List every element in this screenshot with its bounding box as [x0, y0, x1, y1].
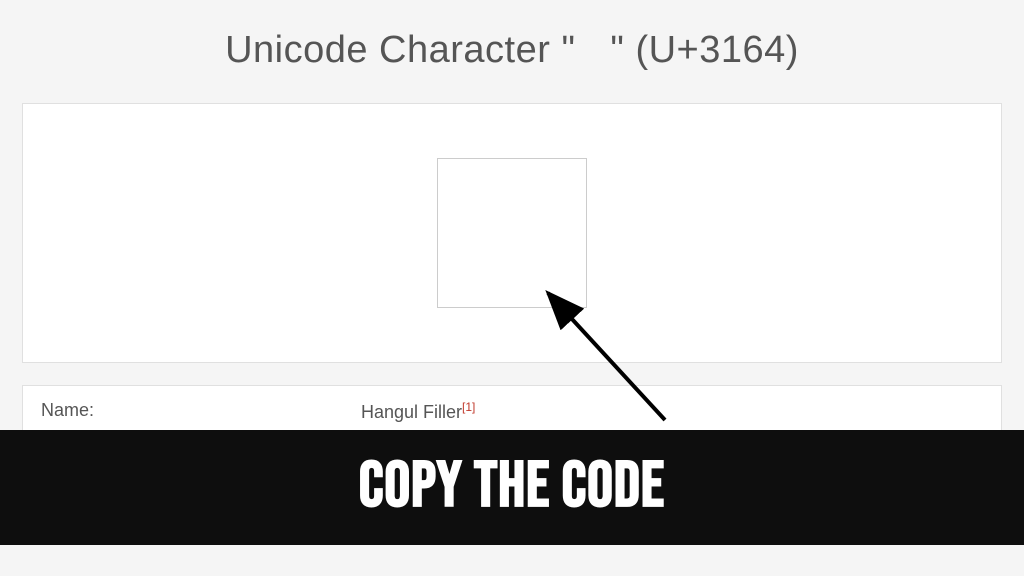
info-name-value: Hangul Filler[1] — [361, 400, 475, 423]
character-display-panel — [22, 103, 1002, 363]
table-row: Name: Hangul Filler[1] — [41, 400, 983, 423]
instruction-text: Copy the code — [359, 449, 665, 526]
instruction-overlay-banner: Copy the code — [0, 430, 1024, 545]
page-title: Unicode Character "ㅤ" (U+3164) — [0, 0, 1024, 103]
footnote-ref[interactable]: [1] — [462, 400, 475, 414]
character-glyph-box[interactable] — [437, 158, 587, 308]
info-name-label: Name: — [41, 400, 361, 423]
